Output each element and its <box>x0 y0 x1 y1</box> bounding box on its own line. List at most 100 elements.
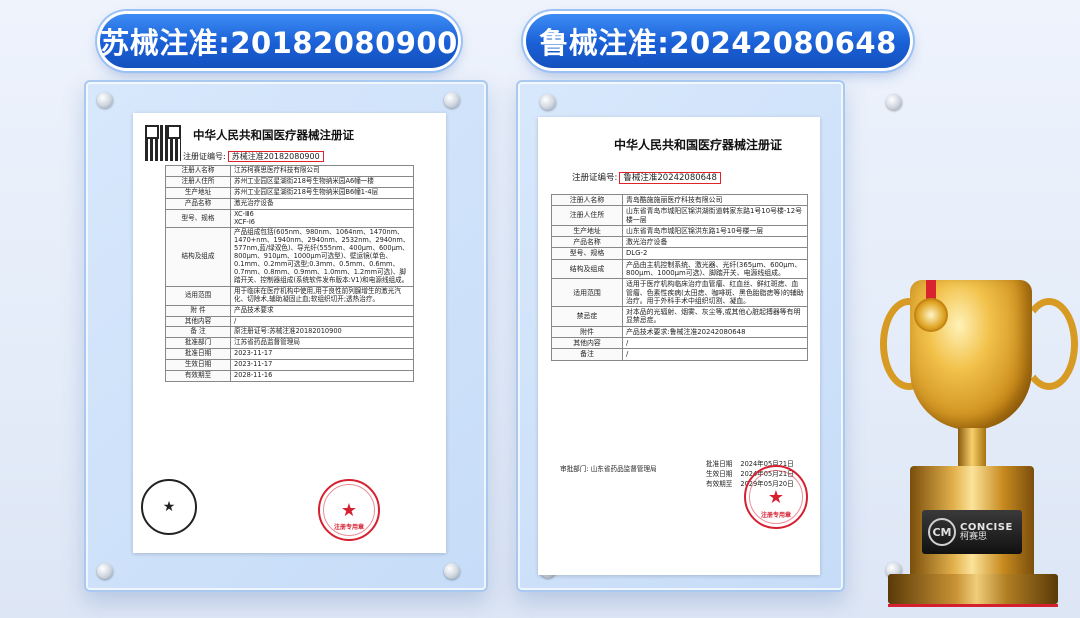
table-field-value: 江苏省药品监督管理局 <box>230 337 414 350</box>
date-label: 批准日期 <box>706 460 733 468</box>
table-row: 其他内容 / <box>551 336 808 350</box>
table-row: 生产地址 苏州工业园区星湖街218号生物纳米园B6幢1-4层 <box>165 186 414 199</box>
table-row: 备 注原注册证号:苏械注准20182010900 <box>165 326 414 339</box>
table-field-label: 注册人住所 <box>551 205 623 226</box>
table-row: 批准日期 2023-11-17 <box>165 348 414 361</box>
table-field-label: 适用范围 <box>165 285 231 306</box>
table-field-value: 产品技术要求 <box>230 304 414 317</box>
trophy-illustration: CM CONCISE 柯赛思 <box>870 270 1080 618</box>
table-row: 适用范围 用于临床在医疗机构中使用,用于良性前列腺增生的激光汽化、切除术,辅助凝固… <box>165 285 414 306</box>
left-registration-badge: 苏械注准:20182080900 <box>100 14 458 68</box>
table-row: 有效期至 2028-11-16 <box>165 370 414 382</box>
screw-icon <box>97 563 113 579</box>
table-field-value: 产品组成包括(605nm、980nm、1064nm、1470nm、1470+nm… <box>230 227 414 287</box>
table-field-label: 注册人住所 <box>165 175 231 188</box>
table-field-label: 型号、规格 <box>551 247 623 260</box>
table-row: 禁忌症 对本品的光辐射、烟雾、灰尘等,或其他心脏起搏器等有明显禁忌症。 <box>551 306 808 327</box>
registration-number-highlight: 鲁械注准20242080648 <box>619 172 721 184</box>
table-field-label: 适用范围 <box>551 278 623 308</box>
table-row: 备注 / <box>551 348 808 361</box>
table-field-value: 产品技术要求:鲁械注准20242080648 <box>622 325 808 338</box>
table-field-value: 对本品的光辐射、烟雾、灰尘等,或其他心脏起搏器等有明显禁忌症。 <box>622 306 808 327</box>
table-row: 产品名称 激光治疗设备 <box>551 236 808 249</box>
qr-code-icon <box>145 125 181 161</box>
table-field-value: DLG-2 <box>622 247 808 260</box>
table-row: 生效日期 2023-11-17 <box>165 359 414 372</box>
red-seal-icon: ★ 注册专用章 <box>318 479 380 541</box>
table-field-label: 注册人名称 <box>551 193 623 207</box>
table-field-value: 2023-11-17 <box>230 359 414 372</box>
brand-logo-icon: CM <box>928 518 956 546</box>
table-field-label: 结构及组成 <box>551 258 623 280</box>
table-row: 注册人住所 山东省青岛市城阳区锦洪湖街道韩家东路1号10号楼-12号楼一层 <box>551 205 808 226</box>
table-row: 注册人住所 苏州工业园区星湖街218号生物纳米园A6幢一楼 <box>165 175 414 188</box>
brand-name-cn: 柯赛思 <box>960 531 988 542</box>
table-field-label: 型号、规格 <box>165 208 231 229</box>
table-field-label: 结构及组成 <box>165 227 231 287</box>
medal-icon <box>914 298 948 332</box>
registration-number: 注册证编号: 鲁械注准20242080648 <box>572 171 721 184</box>
brand-plate: CM CONCISE 柯赛思 <box>922 510 1022 554</box>
table-field-value: 产品由主机控制系统、激光器、光纤(365μm、600μm、800μm、1000μ… <box>622 258 808 280</box>
screw-icon <box>540 94 556 110</box>
table-field-label: 其他内容 <box>165 315 231 328</box>
date-label: 生效日期 <box>706 470 733 479</box>
table-row: 注册人名称 青岛酷施施丽医疗科技有限公司 <box>551 193 808 207</box>
table-field-value: 激光治疗设备 <box>230 197 414 210</box>
table-field-value: 激光治疗设备 <box>622 236 808 249</box>
certificate-table: 注册人名称 青岛酷施施丽医疗科技有限公司 注册人住所 山东省青岛市城阳区锦洪湖街道韩家… <box>551 193 808 361</box>
table-row: 注册人名称 江苏柯赛思医疗科技有限公司 <box>165 165 414 177</box>
table-field-label: 产品名称 <box>165 197 231 210</box>
table-field-label: 备 注 <box>165 326 231 339</box>
table-field-value: 山东省青岛市城阳区锦洪东路1号10号楼一层 <box>622 224 808 238</box>
table-field-value: 苏州工业园区星湖街218号生物纳米园A6幢一楼 <box>230 175 414 188</box>
table-field-value: 2028-11-16 <box>230 370 414 382</box>
table-row: 型号、规格 XC-Ⅲ6 XCF-Ⅰ6 <box>165 208 414 229</box>
screw-icon <box>444 563 460 579</box>
table-row: 附 件产品技术要求 <box>165 304 414 317</box>
table-field-label: 禁忌症 <box>551 306 623 327</box>
screw-icon <box>97 92 113 108</box>
screw-icon <box>886 94 902 110</box>
table-field-label: 产品名称 <box>551 236 623 249</box>
table-field-value: 用于临床在医疗机构中使用,用于良性前列腺增生的激光汽化、切除术,辅助凝固止血;软… <box>230 285 414 306</box>
brand-name-en: CONCISE <box>960 521 1013 533</box>
red-seal-icon: ★ 注册专用章 <box>744 465 808 529</box>
trophy-stem <box>958 428 986 468</box>
certificate-title: 中华人民共和国医疗器械注册证 <box>193 128 354 142</box>
right-registration-badge: 鲁械注准:20242080648 <box>526 14 910 68</box>
left-certificate: 中华人民共和国医疗器械注册证 注册证编号: 苏械注准20182080900 注册人… <box>133 113 446 553</box>
table-field-value: 山东省青岛市城阳区锦洪湖街道韩家东路1号10号楼-12号楼一层 <box>622 205 808 226</box>
table-row: 结构及组成 产品组成包括(605nm、980nm、1064nm、1470nm、14… <box>165 227 414 287</box>
certificate-title: 中华人民共和国医疗器械注册证 <box>614 138 783 152</box>
certificate-table: 注册人名称 江苏柯赛思医疗科技有限公司 注册人住所 苏州工业园区星湖街218号生物纳米… <box>165 165 414 382</box>
table-field-value: / <box>230 315 414 328</box>
trophy-foot <box>888 574 1058 607</box>
ribbon-icon <box>926 280 936 300</box>
table-row: 适用范围 适用于医疗机构临床治疗血管瘤、红血丝、鲜红斑痣、血管瘤、色素性疾病(太田… <box>551 278 808 308</box>
table-row: 结构及组成 产品由主机控制系统、激光器、光纤(365μm、600μm、800μm、… <box>551 258 808 280</box>
screw-icon <box>444 92 460 108</box>
table-field-label: 批准日期 <box>165 348 231 361</box>
table-row: 型号、规格 DLG-2 <box>551 247 808 260</box>
table-field-label: 附件 <box>551 325 623 338</box>
table-field-label: 附 件 <box>165 304 231 317</box>
table-field-label: 批准部门 <box>165 337 231 350</box>
registration-number-highlight: 苏械注准20182080900 <box>227 151 324 162</box>
table-field-label: 备注 <box>551 348 623 361</box>
table-field-label: 注册人名称 <box>165 165 231 177</box>
table-row: 生产地址 山东省青岛市城阳区锦洪东路1号10号楼一层 <box>551 224 808 238</box>
table-row: 附件 产品技术要求:鲁械注准20242080648 <box>551 325 808 338</box>
table-field-label: 生产地址 <box>551 224 623 238</box>
table-field-value: 原注册证号:苏械注准20182010900 <box>230 326 414 339</box>
table-row: 产品名称 激光治疗设备 <box>165 197 414 210</box>
approval-department: 审批部门: 山东省药品监督管理局 <box>560 465 657 473</box>
table-field-label: 生效日期 <box>165 359 231 372</box>
table-field-label: 其他内容 <box>551 336 623 350</box>
table-field-label: 生产地址 <box>165 186 231 199</box>
table-field-value: / <box>622 348 808 361</box>
right-certificate: 中华人民共和国医疗器械注册证 注册证编号: 鲁械注准20242080648 注册人… <box>538 117 820 575</box>
table-field-value: 青岛酷施施丽医疗科技有限公司 <box>622 193 808 207</box>
table-field-value: XC-Ⅲ6 XCF-Ⅰ6 <box>230 208 414 229</box>
date-label: 有效期至 <box>706 480 733 489</box>
